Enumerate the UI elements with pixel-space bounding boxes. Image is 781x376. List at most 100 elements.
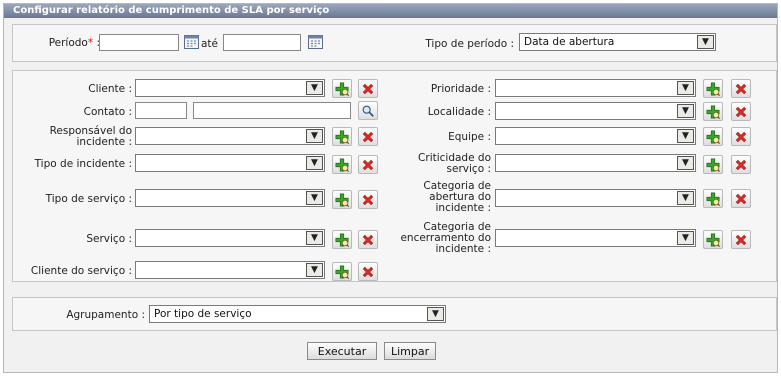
location-select[interactable]: ▼ [495,102,696,120]
remove-x-icon [361,193,375,207]
priority-remove-button[interactable] [731,79,751,98]
team-select[interactable]: ▼ [495,127,696,145]
add-search-icon [335,158,349,172]
responsible-add-button[interactable] [332,127,352,146]
client-add-button[interactable] [332,79,352,98]
opening-category-remove-button[interactable] [731,189,751,208]
opening-category-select[interactable]: ▼ [495,189,696,207]
service-type-select[interactable]: ▼ [135,189,325,207]
remove-x-icon [734,105,748,119]
chevron-down-icon: ▼ [306,231,323,245]
team-label: Equipe : [448,131,491,143]
service-client-add-button[interactable] [332,262,352,281]
chevron-down-icon: ▼ [306,263,323,277]
service-add-button[interactable] [332,230,352,249]
start-calendar-icon[interactable] [184,34,199,49]
contact-label: Contato : [83,106,132,118]
service-type-label: Tipo de serviço : [45,193,132,205]
closing-category-remove-button[interactable] [731,230,751,249]
chevron-down-icon: ▼ [677,129,694,143]
closing-category-add-button[interactable] [703,230,723,249]
required-asterisk: * [87,37,94,49]
incident-type-select[interactable]: ▼ [135,154,325,172]
chevron-down-icon: ▼ [677,104,694,118]
incident-type-label: Tipo de incidente : [34,158,132,170]
remove-x-icon [734,130,748,144]
criticality-select[interactable]: ▼ [495,154,696,172]
remove-x-icon [734,233,748,247]
priority-select[interactable]: ▼ [495,79,696,97]
contact-name-input[interactable] [193,102,351,119]
add-search-icon [335,265,349,279]
add-search-icon [706,158,720,172]
chevron-down-icon: ▼ [677,231,694,245]
responsible-label: Responsável do incidente : [24,126,132,148]
report-config-window: Configurar relatório de cumprimento de S… [3,3,778,373]
closing-category-select[interactable]: ▼ [495,229,696,247]
team-remove-button[interactable] [731,127,751,146]
incident-type-add-button[interactable] [332,155,352,174]
chevron-down-icon: ▼ [427,307,444,321]
chevron-down-icon: ▼ [306,156,323,170]
responsible-remove-button[interactable] [358,127,378,146]
add-search-icon [335,130,349,144]
remove-x-icon [361,158,375,172]
service-type-remove-button[interactable] [358,190,378,209]
period-type-select[interactable]: Data de abertura ▼ [519,33,716,51]
criticality-remove-button[interactable] [731,155,751,174]
add-search-icon [706,233,720,247]
period-label: Período* : [30,38,100,49]
criticality-add-button[interactable] [703,155,723,174]
client-select[interactable]: ▼ [135,79,325,97]
closing-category-label: Categoria de encerramento do incidente : [389,222,491,255]
remove-x-icon [361,265,375,279]
client-label: Cliente : [88,83,132,95]
end-calendar-icon[interactable] [308,34,323,49]
team-add-button[interactable] [703,127,723,146]
until-label: até [201,38,219,50]
window-title: Configurar relatório de cumprimento de S… [4,4,777,18]
period-start-input[interactable] [99,34,179,51]
period-end-input[interactable] [223,34,301,51]
clear-button[interactable]: Limpar [384,342,436,360]
client-remove-button[interactable] [358,79,378,98]
service-type-add-button[interactable] [332,190,352,209]
run-button[interactable]: Executar [307,342,377,360]
period-type-label: Tipo de período : [425,38,514,50]
add-search-icon [706,105,720,119]
remove-x-icon [734,192,748,206]
incident-type-remove-button[interactable] [358,155,378,174]
add-search-icon [706,130,720,144]
grouping-select[interactable]: Por tipo de serviço ▼ [149,305,446,323]
priority-add-button[interactable] [703,79,723,98]
remove-x-icon [361,130,375,144]
chevron-down-icon: ▼ [306,191,323,205]
remove-x-icon [361,82,375,96]
criticality-label: Criticidade do serviço : [389,153,491,175]
location-add-button[interactable] [703,102,723,121]
period-type-value: Data de abertura [524,36,615,48]
grouping-label: Agrupamento : [66,309,145,321]
contact-search-button[interactable] [358,101,378,120]
chevron-down-icon: ▼ [306,81,323,95]
add-search-icon [706,192,720,206]
remove-x-icon [361,233,375,247]
service-label: Serviço : [86,233,132,245]
opening-category-label: Categoria de abertura do incidente : [389,181,491,214]
location-label: Localidade : [427,106,491,118]
service-select[interactable]: ▼ [135,229,325,247]
remove-x-icon [734,82,748,96]
service-client-select[interactable]: ▼ [135,261,325,279]
service-remove-button[interactable] [358,230,378,249]
chevron-down-icon: ▼ [677,156,694,170]
contact-code-input[interactable] [135,102,187,119]
chevron-down-icon: ▼ [697,35,714,49]
chevron-down-icon: ▼ [677,81,694,95]
opening-category-add-button[interactable] [703,189,723,208]
chevron-down-icon: ▼ [677,191,694,205]
responsible-select[interactable]: ▼ [135,127,325,145]
service-client-label: Cliente do serviço : [30,265,132,277]
location-remove-button[interactable] [731,102,751,121]
service-client-remove-button[interactable] [358,262,378,281]
opening-category-line3: incidente : [435,202,492,214]
